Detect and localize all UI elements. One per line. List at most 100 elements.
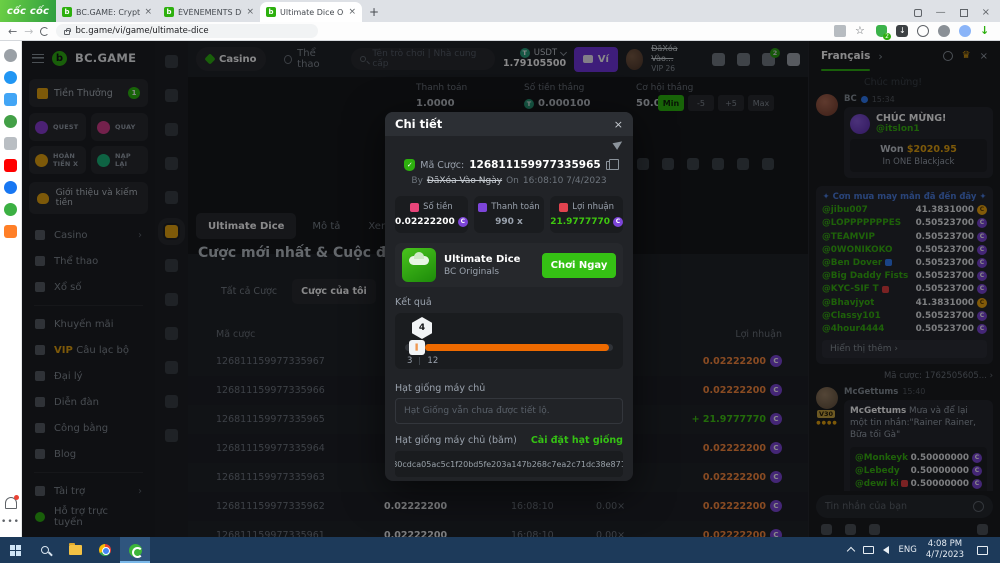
server-seed-input[interactable]: Hạt Giống vẫn chưa được tiết lộ.: [395, 398, 623, 424]
maximize-button[interactable]: [960, 9, 968, 17]
game-name: Ultimate Dice: [444, 254, 520, 265]
modal-header: Chi tiết ×: [385, 112, 633, 136]
coccoc-sidebar-icon[interactable]: [4, 49, 17, 62]
coccoc-brand-logo[interactable]: cốc cốc: [0, 0, 56, 22]
server-seed-placeholder: Hạt Giống vẫn chưa được tiết lộ.: [404, 406, 550, 416]
coccoc-sidebar-icons: [4, 49, 17, 238]
coin-icon: C: [458, 217, 468, 227]
toolbar-icons: ☆ 2 ↓: [834, 25, 992, 37]
extensions-icon[interactable]: [938, 25, 950, 37]
tab-favicon: b: [164, 7, 174, 17]
coccoc-sidebar: •••: [0, 41, 22, 537]
stat-box: Số tiền 0.02222200C: [395, 196, 468, 233]
bell-icon[interactable]: [5, 497, 17, 509]
browser-tab[interactable]: b Ultimate Dice Online Slot - P ×: [260, 2, 362, 22]
dice-result-badge: 4: [412, 317, 432, 339]
tab-close-icon[interactable]: ×: [144, 7, 152, 17]
language-indicator[interactable]: ENG: [898, 545, 916, 555]
bet-id-value: 126811159977335965: [469, 159, 601, 171]
url-text: bc.game/vi/game/ultimate-dice: [75, 26, 208, 36]
coccoc-sidebar-icon[interactable]: [4, 225, 17, 238]
stat-value: 990 x: [495, 217, 523, 227]
save-media-icon[interactable]: ↓: [980, 25, 992, 37]
tab-close-icon[interactable]: ×: [348, 7, 356, 17]
notifications-icon[interactable]: [917, 25, 929, 37]
coccoc-sidebar-icon[interactable]: [4, 93, 17, 106]
tab-title: Ultimate Dice Online Slot - P: [280, 8, 344, 17]
bet-meta-row: By ĐãXóa Vào Ngày On 16:08:10 7/4/2023: [395, 176, 623, 186]
coin-icon: C: [613, 217, 623, 227]
lock-icon: [64, 30, 70, 35]
coccoc-sidebar-icon[interactable]: [4, 137, 17, 150]
modal-body: ✓ Mã Cược: 126811159977335965 By ĐãXóa V…: [385, 136, 633, 477]
play-now-button[interactable]: Chơi Ngay: [542, 253, 616, 278]
ultimate-dice-thumbnail: [402, 248, 436, 282]
file-explorer-icon[interactable]: [60, 537, 90, 563]
coccoc-sidebar-icon[interactable]: [4, 115, 17, 128]
windows-taskbar: ENG 4:08 PM 4/7/2023: [0, 537, 1000, 563]
new-tab-button[interactable]: +: [366, 4, 382, 20]
stat-box: Lợi nhuận 21.9777770C: [550, 196, 623, 233]
tab-list: b BC.GAME: Crypto Casino Ga × b ÉVÉNEMEN…: [56, 2, 362, 22]
coccoc-sidebar-icon[interactable]: [4, 181, 17, 194]
copy-icon[interactable]: [606, 161, 614, 170]
reload-button[interactable]: [40, 27, 49, 36]
modal-title: Chi tiết: [395, 117, 442, 131]
sidebar-toggle-icon[interactable]: [834, 25, 846, 37]
share-icon[interactable]: [613, 138, 625, 150]
download-manager-icon[interactable]: [896, 25, 908, 37]
forward-button[interactable]: →: [24, 26, 33, 37]
seed-hash-value[interactable]: 80cdca05ac5c1f20bd5fe203a147b268c7ea2c71…: [395, 451, 623, 477]
adblock-shield-icon[interactable]: 2: [876, 25, 887, 37]
screen: cốc cốc b BC.GAME: Crypto Casino Ga × b …: [0, 0, 1000, 563]
coccoc-sidebar-icon[interactable]: [4, 203, 17, 216]
volume-icon[interactable]: [883, 546, 889, 554]
stat-label: Thanh toán: [491, 202, 539, 212]
bcgame-site: b BC.GAME Tiền Thưởng 1 QUEST QU: [22, 41, 1000, 537]
system-tray: ENG 4:08 PM 4/7/2023: [848, 539, 1000, 561]
adblock-badge: 2: [883, 33, 891, 40]
snapshot-icon[interactable]: [914, 9, 922, 17]
start-button[interactable]: [0, 537, 30, 563]
browser-tab[interactable]: b ÉVÉNEMENTS DU WEEK-END ×: [158, 2, 260, 22]
tab-close-icon[interactable]: ×: [246, 7, 254, 17]
range-divider: [419, 357, 420, 365]
seed-settings-link[interactable]: Cài đặt hạt giống: [531, 435, 623, 446]
bet-id-row: ✓ Mã Cược: 126811159977335965: [395, 159, 623, 171]
tab-favicon: b: [62, 7, 72, 17]
stat-icon: [478, 203, 487, 212]
coccoc-sidebar-icon[interactable]: [4, 71, 17, 84]
seed-hash-label: Hạt giống máy chủ (băm): [395, 435, 517, 446]
stat-value: 0.02222200: [395, 217, 455, 227]
minimize-button[interactable]: —: [936, 7, 946, 18]
window-controls: — ×: [904, 7, 1000, 22]
bet-stats: Số tiền 0.02222200C Thanh toán 990 xC: [395, 196, 623, 233]
coccoc-taskbar-icon[interactable]: [120, 537, 150, 563]
tab-title: BC.GAME: Crypto Casino Ga: [76, 8, 140, 17]
bookmark-star-icon[interactable]: ☆: [855, 25, 867, 37]
taskbar-search-icon[interactable]: [30, 537, 60, 563]
coccoc-sidebar-icon[interactable]: [4, 159, 17, 172]
close-window-button[interactable]: ×: [982, 7, 990, 18]
stat-label: Lợi nhuận: [572, 202, 614, 212]
browser-tabstrip: cốc cốc b BC.GAME: Crypto Casino Ga × b …: [0, 0, 1000, 22]
browser-profile-avatar[interactable]: [959, 25, 971, 37]
modal-close-icon[interactable]: ×: [614, 118, 623, 131]
tray-expand-icon[interactable]: [847, 547, 855, 555]
url-bar[interactable]: bc.game/vi/game/ultimate-dice: [56, 24, 318, 38]
stat-label: Số tiền: [423, 202, 453, 212]
verified-shield-icon: ✓: [404, 159, 415, 171]
network-icon[interactable]: [863, 546, 874, 554]
bet-username[interactable]: ĐãXóa Vào Ngày: [427, 176, 502, 186]
browser-tab[interactable]: b BC.GAME: Crypto Casino Ga ×: [56, 2, 158, 22]
stat-value: 21.9777770: [550, 217, 610, 227]
back-button[interactable]: ←: [8, 26, 17, 37]
more-options-icon[interactable]: •••: [1, 517, 20, 527]
tab-favicon: b: [266, 7, 276, 17]
slider-handle[interactable]: ‖: [409, 340, 425, 355]
tray-date: 4/7/2023: [926, 550, 964, 561]
action-center-icon[interactable]: [977, 546, 988, 555]
clock[interactable]: 4:08 PM 4/7/2023: [926, 539, 964, 561]
stat-box: Thanh toán 990 xC: [474, 196, 544, 233]
chrome-taskbar-icon[interactable]: [90, 537, 120, 563]
